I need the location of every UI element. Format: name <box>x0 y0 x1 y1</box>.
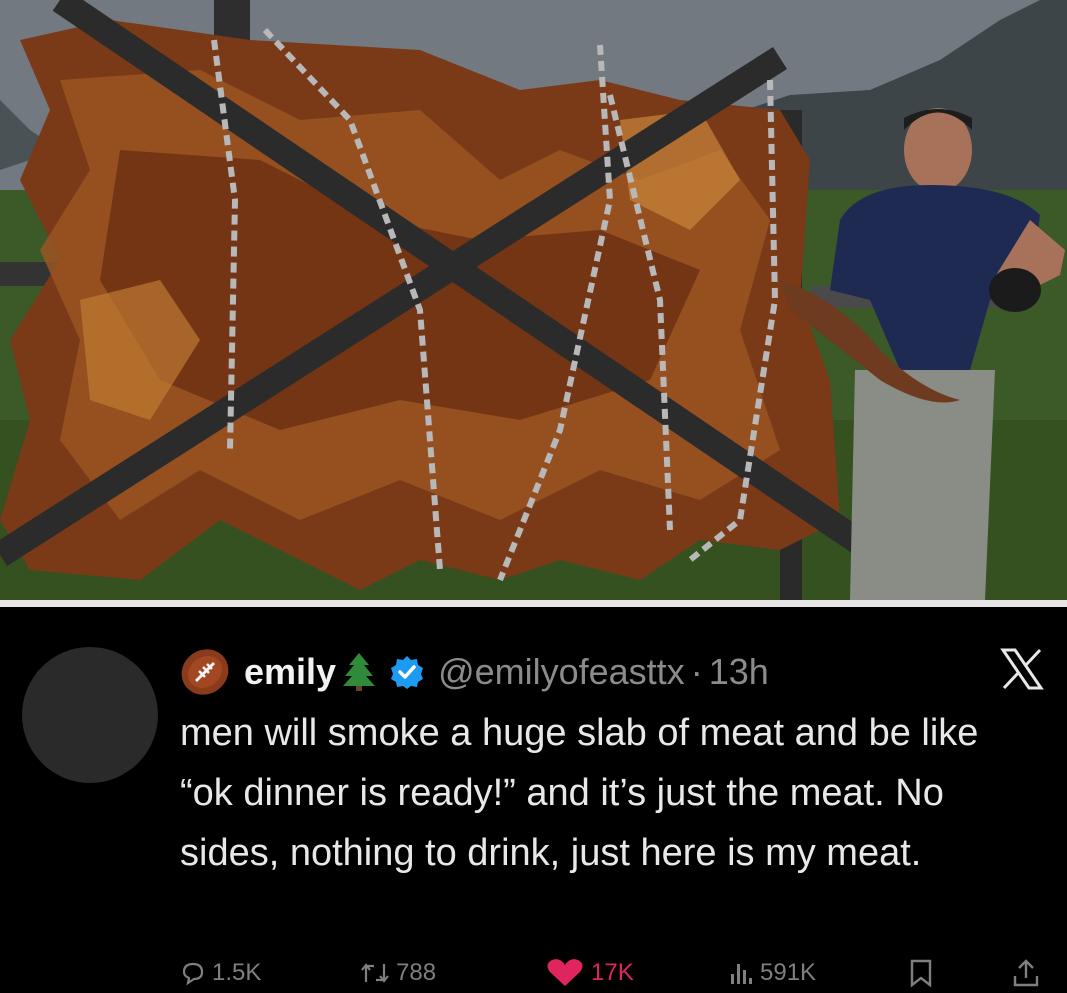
tweet-header: emily @emilyofeasttx · 13h <box>180 644 769 700</box>
like-heart-icon <box>547 959 583 986</box>
tree-emoji-icon <box>343 653 376 691</box>
bookmark-icon <box>910 959 932 988</box>
repost-icon <box>361 963 389 983</box>
user-handle[interactable]: @emilyofeasttx <box>438 651 685 693</box>
repost-count: 788 <box>396 959 437 986</box>
like-count: 17K <box>591 959 634 986</box>
tweet-card[interactable]: emily @emilyofeasttx · 13h men will smok… <box>0 607 1067 988</box>
repost-button[interactable]: 788 <box>360 953 436 993</box>
roasted-meat-scene <box>0 0 1067 600</box>
tweet-photo[interactable] <box>0 0 1067 600</box>
separator-dot: · <box>690 651 703 692</box>
views-button[interactable]: 591K <box>728 953 816 993</box>
timestamp[interactable]: 13h <box>709 651 769 693</box>
tweet-text: men will smoke a huge slab of meat and b… <box>180 712 979 874</box>
reply-button[interactable]: 1.5K <box>180 953 261 993</box>
views-count: 591K <box>760 959 817 986</box>
verified-badge-icon <box>391 656 424 689</box>
bookmark-button[interactable] <box>908 953 940 993</box>
avatar[interactable] <box>22 647 158 783</box>
share-icon <box>1013 959 1039 987</box>
image-divider <box>0 600 1067 607</box>
reply-icon <box>182 962 204 986</box>
display-name[interactable]: emily <box>244 651 336 693</box>
share-button[interactable] <box>1012 953 1046 993</box>
like-button[interactable]: 17K <box>545 953 634 993</box>
x-logo-icon[interactable] <box>1000 647 1044 691</box>
football-emoji-icon <box>181 649 229 695</box>
tweet-actions: 1.5K 788 17K 591K <box>180 953 1050 993</box>
views-chart-icon <box>731 964 752 984</box>
reply-count: 1.5K <box>212 959 262 986</box>
